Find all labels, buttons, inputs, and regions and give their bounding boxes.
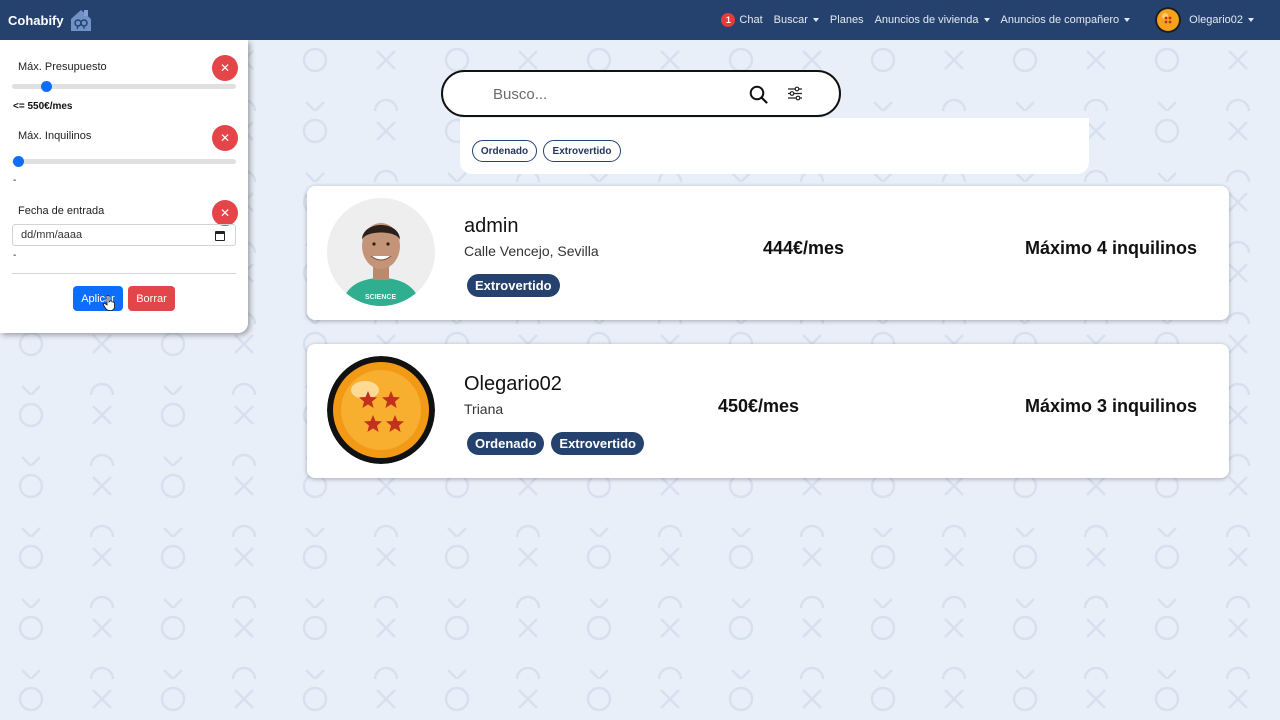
fecha-label: Fecha de entrada — [18, 205, 105, 217]
nav-anuncios-vivienda-label: Anuncios de vivienda — [874, 14, 979, 26]
nav-anuncios-companero-dropdown[interactable]: Anuncios de compañero — [1001, 14, 1131, 26]
person-photo: SCIENCE — [327, 198, 435, 306]
top-navbar: Cohabify 1 Chat Buscar Planes Anuncios d… — [0, 0, 1280, 40]
card-tag: Extrovertido — [551, 432, 644, 455]
user-name-label: Olegario02 — [1189, 14, 1243, 26]
caret-down-icon — [1124, 18, 1131, 22]
clear-all-button[interactable]: Borrar — [128, 286, 175, 311]
filter-divider — [12, 273, 236, 274]
card-tag: Ordenado — [467, 432, 545, 455]
card-tenants: Máximo 4 inquilinos — [1024, 238, 1197, 258]
card-address: Calle Vencejo, Sevilla — [464, 243, 599, 259]
nav-buscar-label: Buscar — [773, 14, 808, 26]
card-name: admin — [464, 215, 519, 237]
inquilinos-value: - — [13, 175, 17, 186]
clear-presupuesto-button[interactable]: ✕ — [212, 55, 238, 81]
caret-down-icon — [983, 18, 990, 22]
calendar-icon[interactable] — [215, 231, 225, 241]
clear-inquilinos-button[interactable]: ✕ — [212, 125, 238, 151]
result-card[interactable]: Olegario02 Triana Ordenado Extrovertido … — [307, 344, 1229, 478]
brand-name: Cohabify — [8, 12, 64, 28]
house-logo-icon — [70, 10, 91, 31]
user-avatar — [1155, 7, 1182, 33]
close-icon: ✕ — [219, 131, 231, 145]
nav-chat[interactable]: 1 Chat — [721, 13, 763, 27]
active-tags-bar: Ordenado Extrovertido — [460, 118, 1089, 174]
inquilinos-label: Máx. Inquilinos — [18, 130, 92, 142]
dragon-ball-avatar — [327, 356, 435, 464]
close-icon: ✕ — [219, 61, 231, 75]
nav-chat-label: Chat — [739, 14, 763, 26]
fecha-placeholder: dd/mm/aaaa — [21, 229, 83, 241]
fecha-input[interactable]: dd/mm/aaaa — [12, 224, 236, 246]
sliders-icon[interactable] — [787, 86, 803, 101]
presupuesto-label: Máx. Presupuesto — [18, 61, 107, 73]
card-price: 450€/mes — [718, 396, 800, 416]
brand[interactable]: Cohabify — [8, 7, 94, 33]
nav-planes-label: Planes — [829, 14, 864, 26]
search-bar — [441, 70, 841, 117]
filter-panel: Máx. Presupuesto ✕ <= 550€/mes Máx. Inqu… — [0, 40, 248, 333]
user-menu-dropdown[interactable]: Olegario02 — [1155, 7, 1254, 33]
inquilinos-slider[interactable] — [12, 156, 236, 167]
presupuesto-value: <= 550€/mes — [13, 101, 73, 112]
nav-buscar-dropdown[interactable]: Buscar — [774, 14, 819, 26]
caret-down-icon — [812, 18, 819, 22]
fecha-value: - — [13, 250, 17, 261]
search-input[interactable] — [493, 84, 733, 104]
card-price: 444€/mes — [763, 238, 845, 258]
card-tag: Extrovertido — [467, 274, 560, 297]
tag-chip-extrovertido[interactable]: Extrovertido — [543, 140, 621, 162]
inquilinos-slider-thumb[interactable] — [13, 156, 24, 167]
card-name: Olegario02 — [464, 373, 562, 395]
apply-button[interactable]: Aplicar — [73, 286, 123, 311]
caret-down-icon — [1248, 18, 1254, 22]
tag-chip-ordenado[interactable]: Ordenado — [472, 140, 537, 162]
presupuesto-slider-thumb[interactable] — [40, 81, 52, 92]
nav-planes[interactable]: Planes — [830, 14, 864, 26]
mouse-pointer-icon — [103, 295, 115, 311]
presupuesto-slider[interactable] — [12, 81, 236, 92]
chat-count-badge: 1 — [721, 13, 736, 27]
search-icon[interactable] — [749, 85, 768, 104]
card-tenants: Máximo 3 inquilinos — [1024, 396, 1197, 416]
card-tags: Ordenado Extrovertido — [467, 432, 651, 455]
nav-anuncios-vivienda-dropdown[interactable]: Anuncios de vivienda — [875, 14, 990, 26]
card-tags: Extrovertido — [467, 274, 567, 297]
card-address: Triana — [464, 401, 504, 417]
close-icon: ✕ — [219, 206, 231, 220]
result-card[interactable]: SCIENCE admin Calle Vencejo, Sevilla Ext… — [307, 186, 1229, 320]
svg-text:SCIENCE: SCIENCE — [365, 294, 396, 301]
clear-fecha-button[interactable]: ✕ — [212, 200, 238, 226]
nav-anuncios-companero-label: Anuncios de compañero — [1000, 14, 1120, 26]
